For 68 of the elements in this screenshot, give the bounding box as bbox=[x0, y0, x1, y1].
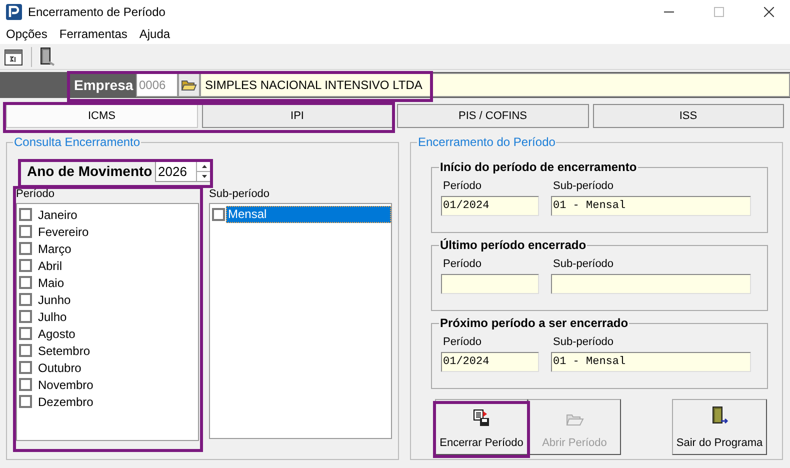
period-item[interactable]: Janeiro bbox=[38, 206, 78, 224]
group-title: Encerramento do Período bbox=[417, 135, 556, 149]
action-button[interactable]: Encerrar Período bbox=[435, 399, 528, 455]
period-item[interactable]: Setembro bbox=[38, 342, 90, 360]
checkbox[interactable] bbox=[19, 378, 32, 391]
year-label: Ano de Movimento bbox=[27, 162, 154, 181]
section-title: Início do período de encerramento bbox=[439, 159, 638, 175]
company-code-field[interactable]: 0006 bbox=[136, 73, 178, 97]
period-field[interactable]: 01/2024 bbox=[441, 196, 539, 216]
period-item[interactable]: Março bbox=[38, 240, 72, 258]
checkbox[interactable] bbox=[19, 259, 32, 272]
checkbox[interactable] bbox=[19, 361, 32, 374]
period-field[interactable]: 01/2024 bbox=[441, 352, 539, 372]
period-item[interactable]: Outubro bbox=[38, 358, 82, 376]
field-label: Sub-período bbox=[553, 179, 615, 194]
field-label: Período bbox=[443, 257, 483, 272]
checkbox[interactable] bbox=[19, 327, 32, 340]
sub-period-item[interactable]: Mensal bbox=[226, 206, 391, 223]
window-title: Encerramento de Período bbox=[28, 4, 166, 21]
period-item[interactable]: Maio bbox=[38, 274, 64, 292]
action-button[interactable]: Sair do Programa bbox=[672, 399, 767, 455]
field-label: Período bbox=[443, 335, 483, 350]
tab[interactable]: ICMS bbox=[6, 104, 198, 128]
checkbox[interactable] bbox=[19, 208, 32, 221]
period-field[interactable] bbox=[441, 274, 539, 294]
field-label: Período bbox=[443, 179, 483, 194]
checkbox[interactable] bbox=[19, 395, 32, 408]
group-title: Consulta Encerramento bbox=[13, 135, 142, 149]
calendar-icon[interactable] bbox=[3, 46, 25, 66]
sub-period-field[interactable] bbox=[551, 274, 751, 294]
open-folder-button[interactable] bbox=[178, 73, 200, 97]
section-title: Último período encerrado bbox=[439, 237, 588, 253]
checkbox[interactable] bbox=[19, 344, 32, 357]
menu-item[interactable]: Ajuda bbox=[139, 25, 170, 43]
field-label: Sub-período bbox=[553, 335, 615, 350]
tab[interactable]: IPI bbox=[202, 104, 393, 128]
checkbox[interactable] bbox=[19, 225, 32, 238]
period-item[interactable]: Novembro bbox=[38, 376, 94, 394]
period-item[interactable]: Junho bbox=[38, 290, 71, 308]
sub-period-field[interactable]: 01 - Mensal bbox=[551, 196, 751, 216]
menu-item[interactable]: Ferramentas bbox=[59, 25, 128, 43]
checkbox[interactable] bbox=[19, 242, 32, 255]
maximize-icon bbox=[714, 7, 724, 17]
field-label: Sub-período bbox=[553, 257, 615, 272]
checkbox[interactable] bbox=[212, 208, 225, 221]
period-item[interactable]: Julho bbox=[38, 308, 67, 326]
section-title: Próximo período a ser encerrado bbox=[439, 315, 630, 331]
app-logo-icon bbox=[6, 4, 22, 20]
sub-period-field[interactable]: 01 - Mensal bbox=[551, 352, 751, 372]
tab[interactable]: ISS bbox=[592, 104, 784, 128]
document-disk-icon bbox=[472, 408, 490, 426]
exit-door-icon bbox=[710, 404, 730, 426]
menu-item[interactable]: Opções bbox=[6, 25, 48, 43]
folder-icon bbox=[181, 78, 197, 92]
period-label: Período bbox=[16, 187, 56, 202]
checkbox[interactable] bbox=[19, 276, 32, 289]
period-item[interactable]: Agosto bbox=[38, 324, 76, 342]
checkbox[interactable] bbox=[19, 293, 32, 306]
close-icon[interactable] bbox=[764, 7, 774, 17]
year-spinner[interactable]: 2026 bbox=[155, 161, 212, 182]
sub-period-label: Sub-período bbox=[209, 187, 271, 202]
period-item[interactable]: Fevereiro bbox=[38, 222, 89, 240]
tab[interactable]: PIS / COFINS bbox=[397, 104, 588, 128]
checkbox[interactable] bbox=[19, 310, 32, 323]
company-name-field: SIMPLES NACIONAL INTENSIVO LTDA bbox=[200, 73, 790, 97]
period-item[interactable]: Abril bbox=[38, 256, 62, 274]
company-label: Empresa bbox=[74, 76, 134, 95]
period-item[interactable]: Dezembro bbox=[38, 392, 94, 410]
